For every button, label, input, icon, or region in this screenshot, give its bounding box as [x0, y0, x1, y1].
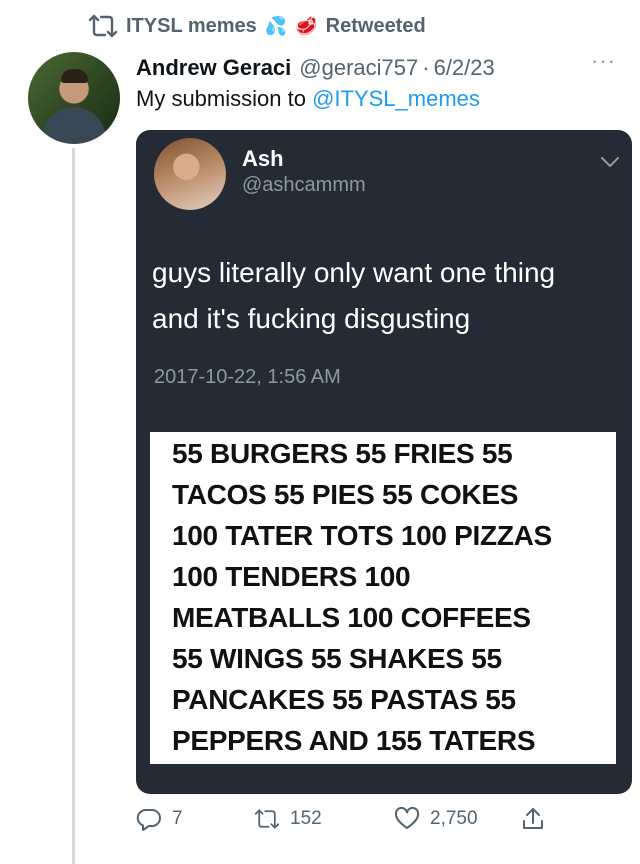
chevron-down-icon	[598, 150, 622, 174]
quoted-tweet-image[interactable]: Ash @ashcammm guys literally only want o…	[136, 130, 632, 794]
quoted-avatar	[154, 138, 226, 210]
retweet-button[interactable]: 152	[254, 806, 322, 832]
retweet-indicator[interactable]: ITYSL memes 💦 🥩 Retweeted	[88, 12, 426, 40]
quoted-handle: @ashcammm	[242, 174, 366, 196]
meme-line: 55 WINGS 55 SHAKES 55	[172, 643, 502, 674]
meat-emoji: 🥩	[295, 15, 318, 36]
droplets-emoji: 💦	[264, 15, 288, 36]
meme-line: MEATBALLS 100 COFFEES	[172, 602, 531, 633]
reply-button[interactable]: 7	[136, 806, 183, 832]
author-handle[interactable]: @geraci757	[299, 55, 418, 81]
reply-count: 7	[172, 808, 183, 829]
quoted-text-line: guys literally only want one thing	[152, 257, 556, 288]
like-button[interactable]: 2,750	[394, 806, 478, 832]
quoted-text: guys literally only want one thing and i…	[152, 250, 622, 342]
thread-line	[72, 148, 75, 864]
quoted-text-line: and it's fucking disgusting	[152, 303, 471, 334]
retweet-icon	[254, 806, 280, 832]
meme-text-box: 55 BURGERS 55 FRIES 55 TACOS 55 PIES 55 …	[150, 432, 616, 764]
like-count: 2,750	[430, 808, 478, 829]
header-separator: ·	[422, 55, 430, 80]
retweet-icon	[88, 13, 118, 39]
meme-line: 100 TENDERS 100	[172, 561, 411, 592]
meme-line: 100 TATER TOTS 100 PIZZAS	[172, 520, 552, 551]
retweeter-name[interactable]: ITYSL memes	[126, 15, 257, 38]
quoted-name: Ash	[242, 146, 284, 171]
meme-line: 55 BURGERS 55 FRIES 55	[172, 438, 513, 469]
tweet-text: My submission to @ITYSL_memes	[136, 86, 480, 112]
quoted-timestamp: 2017-10-22, 1:56 AM	[154, 366, 341, 388]
meme-line: TACOS 55 PIES 55 COKES	[172, 479, 519, 510]
heart-icon	[394, 806, 420, 832]
more-options-icon[interactable]: ···	[591, 48, 616, 74]
retweeted-label: Retweeted	[325, 14, 426, 37]
share-icon	[520, 806, 546, 832]
share-button[interactable]	[520, 806, 546, 832]
author-avatar[interactable]	[28, 52, 120, 144]
tweet-date[interactable]: 6/2/23	[434, 55, 495, 81]
meme-line: PEPPERS AND 155 TATERS	[172, 725, 536, 756]
tweet-text-prefix: My submission to	[136, 86, 313, 111]
tweet-header: Andrew Geraci @geraci757 · 6/2/23 ···	[136, 48, 624, 84]
meme-line: PANCAKES 55 PASTAS 55	[172, 684, 516, 715]
retweet-count: 152	[290, 808, 322, 829]
mention-link[interactable]: @ITYSL_memes	[312, 86, 480, 111]
tweet-actions: 7 152 2,750	[136, 806, 624, 842]
author-name[interactable]: Andrew Geraci	[136, 55, 291, 81]
reply-icon	[136, 806, 162, 832]
